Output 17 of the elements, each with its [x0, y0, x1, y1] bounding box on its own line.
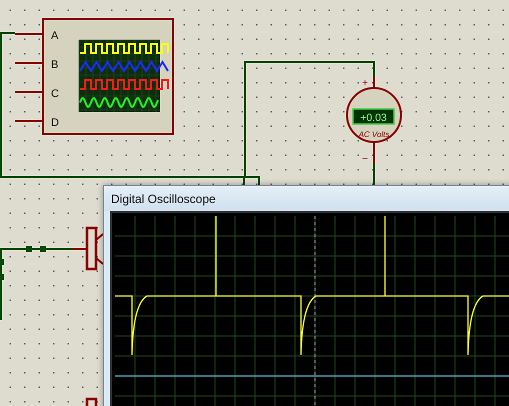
pin-label: B — [51, 59, 58, 71]
pin-line — [373, 142, 375, 163]
pin-line — [15, 62, 43, 64]
plus-sign: + — [362, 78, 368, 89]
voltmeter-display: +0.03 — [352, 108, 395, 125]
pin-label: A — [51, 30, 58, 42]
transistor-symbol — [72, 226, 104, 270]
resistor-symbol — [86, 398, 98, 406]
pin-line — [373, 77, 375, 88]
pin-line — [15, 91, 43, 93]
pin-line — [15, 120, 43, 122]
pin-line — [15, 33, 43, 35]
window-title: Digital Oscilloscope — [111, 192, 216, 206]
voltmeter-label: AC Volts — [358, 130, 390, 139]
pin-label: C — [51, 88, 59, 100]
minus-sign: − — [362, 154, 368, 165]
pin-label: D — [51, 117, 59, 129]
